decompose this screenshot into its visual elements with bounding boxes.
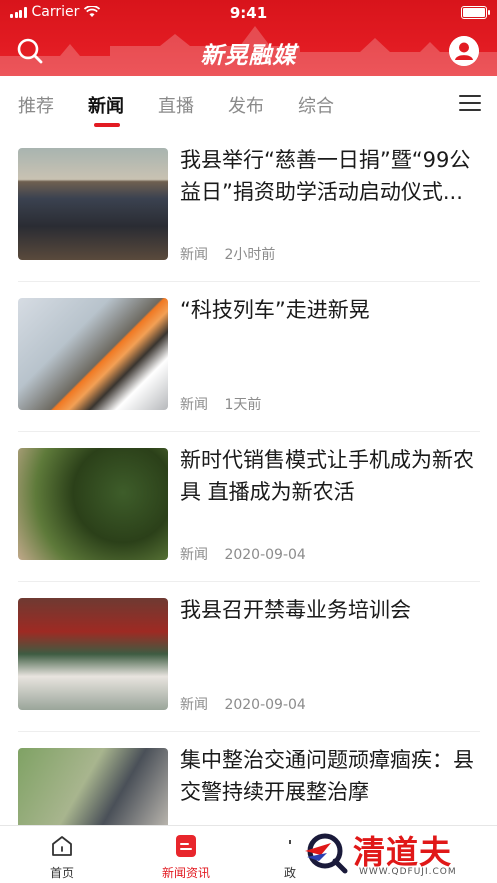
news-category: 新闻	[180, 547, 208, 563]
home-icon	[52, 836, 72, 856]
app-header: Carrier 9:41 新晃融媒	[0, 0, 497, 76]
bottom-nav-home[interactable]: 首页	[22, 834, 102, 881]
bottom-nav: 首页 新闻资讯 政 清道夫 WWW.QDFUJI.COM	[0, 825, 497, 883]
news-time: 2020-09-04	[224, 697, 306, 713]
news-meta: 新闻 2小时前	[180, 244, 275, 264]
news-meta: 新闻 1天前	[180, 394, 261, 414]
watermark-emblem-icon	[305, 833, 348, 874]
app-logo: 新晃融媒	[200, 43, 297, 69]
news-item[interactable]: 我县召开禁毒业务培训会 新闻 2020-09-04	[18, 582, 480, 732]
news-meta: 新闻 2020-09-04	[180, 694, 306, 714]
tab-publish[interactable]: 发布	[228, 92, 264, 118]
news-item[interactable]: 我县举行“慈善一日捐”暨“99公益日”捐资助学活动启动仪式... 新闻 2小时前	[18, 132, 480, 282]
news-category: 新闻	[180, 247, 208, 263]
news-thumbnail	[18, 448, 168, 560]
news-time: 2小时前	[224, 247, 276, 263]
watermark-url: WWW.QDFUJI.COM	[359, 867, 457, 877]
tab-general[interactable]: 综合	[298, 92, 334, 118]
news-title: 我县召开禁毒业务培训会	[180, 598, 411, 622]
bottom-nav-label: 首页	[49, 866, 74, 880]
news-thumbnail	[18, 298, 168, 410]
news-thumbnail	[18, 598, 168, 710]
bottom-nav-label: 新闻资讯	[161, 866, 210, 880]
news-title: 集中整治交通问题顽瘴痼疾：县交警持续开展整治摩	[180, 748, 474, 804]
news-title: 我县举行“慈善一日捐”暨“99公益日”捐资助学活动启动仪式...	[180, 148, 471, 204]
status-time: 9:41	[229, 4, 268, 22]
watermark-logo: 清道夫 WWW.QDFUJI.COM	[301, 827, 491, 879]
status-bar: Carrier 9:41	[0, 0, 497, 26]
news-time: 1天前	[224, 397, 262, 413]
news-meta: 新闻 2020-09-04	[180, 544, 306, 564]
news-title: 新时代销售模式让手机成为新农具 直播成为新农活	[180, 448, 474, 504]
tab-live[interactable]: 直播	[158, 92, 194, 118]
battery-icon	[461, 6, 490, 19]
bottom-nav-news[interactable]: 新闻资讯	[146, 834, 226, 881]
bottom-nav-label: 政	[283, 866, 296, 880]
news-item[interactable]: 新时代销售模式让手机成为新农具 直播成为新农活 新闻 2020-09-04	[18, 432, 480, 582]
active-tab-indicator	[94, 123, 120, 127]
news-time: 2020-09-04	[224, 547, 306, 563]
user-icon[interactable]	[449, 36, 479, 66]
news-title: “科技列车”走进新晃	[180, 298, 370, 322]
tab-recommend[interactable]: 推荐	[18, 92, 54, 118]
menu-icon[interactable]	[459, 95, 481, 113]
news-item[interactable]: “科技列车”走进新晃 新闻 1天前	[18, 282, 480, 432]
gov-icon	[289, 840, 291, 844]
tab-news[interactable]: 新闻	[88, 92, 124, 118]
category-tabs: 推荐 新闻 直播 发布 综合	[0, 76, 497, 132]
news-category: 新闻	[180, 397, 208, 413]
news-icon	[176, 835, 196, 857]
news-category: 新闻	[180, 697, 208, 713]
news-thumbnail	[18, 148, 168, 260]
